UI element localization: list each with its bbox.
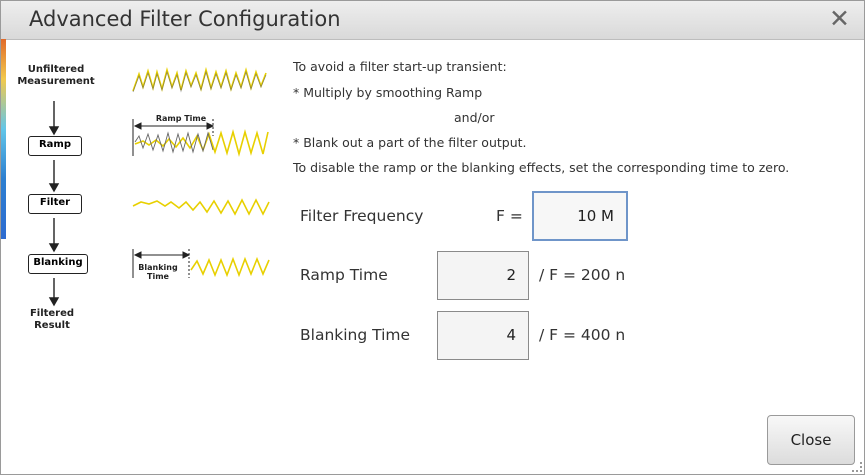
blanking-time-field-label: Blanking Time [300, 326, 411, 344]
frequency-prefix-label: F = [496, 207, 523, 225]
flow-arrow [48, 160, 60, 193]
ramp-waveform-gray [134, 131, 214, 154]
flow-arrow [48, 218, 60, 253]
info-line-3: and/or [454, 110, 495, 125]
close-icon[interactable]: ✕ [829, 6, 850, 32]
blanking-time-result: / F = 400 n [539, 326, 626, 344]
info-line-5: To disable the ramp or the blanking effe… [293, 160, 790, 175]
flow-arrow [48, 101, 60, 136]
blanked-waveform [190, 256, 270, 278]
info-line-4: * Blank out a part of the filter output. [293, 135, 527, 150]
ramp-time-input[interactable]: 2 [437, 251, 529, 300]
blanking-time-arrow [132, 249, 191, 278]
filter-flow-diagram: Unfiltered Measurement Ramp Filter Blank… [11, 56, 281, 356]
filter-frequency-input[interactable]: 10 M [532, 191, 628, 241]
filter-frequency-label: Filter Frequency [300, 207, 424, 225]
resize-grip-icon[interactable] [852, 462, 862, 472]
ramp-time-field-label: Ramp Time [300, 266, 388, 284]
title-bar: Advanced Filter Configuration ✕ [1, 1, 864, 40]
close-button[interactable]: Close [767, 415, 855, 465]
ramp-time-result: / F = 200 n [539, 266, 626, 284]
advanced-filter-dialog: Advanced Filter Configuration ✕ Unfilter… [0, 0, 865, 475]
diagram-graphics [48, 66, 270, 307]
filtered-waveform [132, 198, 270, 216]
blanking-time-input[interactable]: 4 [437, 311, 529, 360]
info-line-1: To avoid a filter start-up transient: [293, 59, 507, 74]
background-strip [1, 39, 6, 239]
dialog-title: Advanced Filter Configuration [29, 7, 341, 31]
flow-arrow [48, 278, 60, 307]
info-line-2: * Multiply by smoothing Ramp [293, 85, 483, 100]
